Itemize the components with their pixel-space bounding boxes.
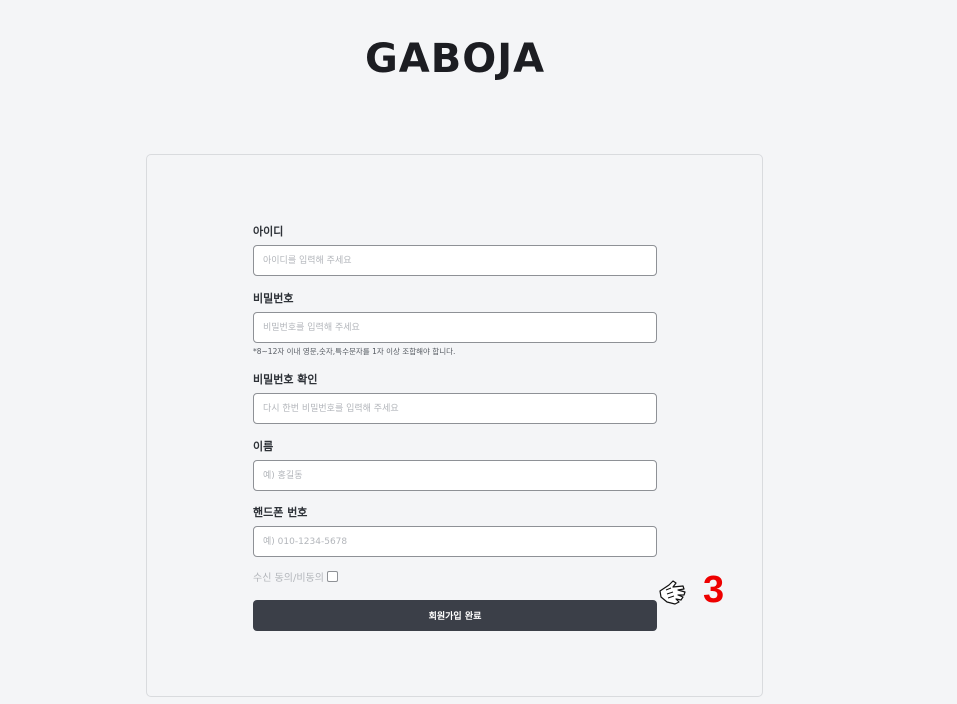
- name-label: 이름: [253, 440, 274, 453]
- password-confirm-input[interactable]: [253, 393, 657, 424]
- password-confirm-label: 비밀번호 확인: [253, 373, 318, 386]
- name-input[interactable]: [253, 460, 657, 491]
- pointing-hand-cursor-icon: [659, 580, 686, 605]
- signup-submit-button[interactable]: 회원가입 완료: [253, 600, 657, 631]
- userid-input[interactable]: [253, 245, 657, 276]
- userid-label: 아이디: [253, 225, 284, 238]
- consent-checkbox[interactable]: [326, 571, 338, 582]
- phone-input[interactable]: [253, 526, 657, 557]
- password-hint: *8~12자 이내 영문,숫자,특수문자를 1자 이상 조합해야 합니다.: [253, 347, 456, 356]
- consent-label: 수신 동의/비동의: [253, 573, 324, 584]
- step-number-annotation: 3: [703, 569, 725, 611]
- consent-row: 수신 동의/비동의: [253, 569, 338, 584]
- password-input[interactable]: [253, 312, 657, 343]
- password-label: 비밀번호: [253, 292, 294, 305]
- site-logo[interactable]: GABOJA: [0, 36, 910, 82]
- phone-label: 핸드폰 번호: [253, 506, 308, 519]
